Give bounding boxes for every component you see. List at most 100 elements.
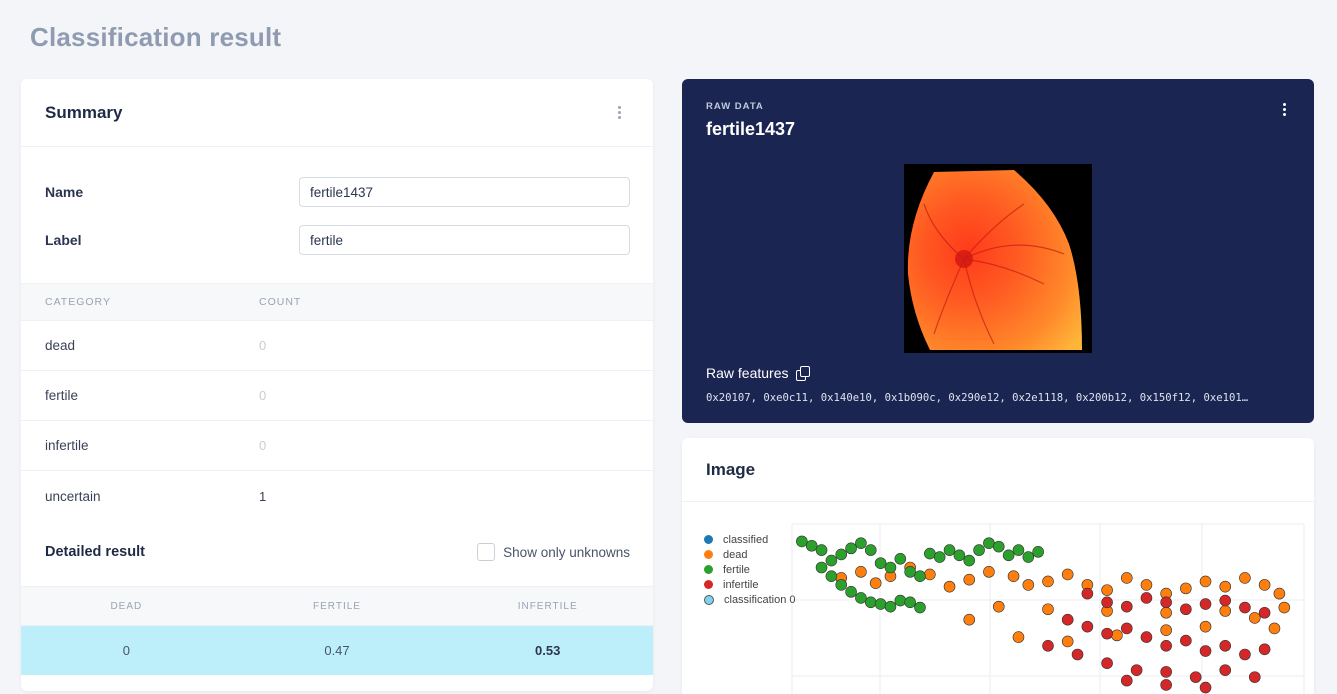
scatter-point-dead[interactable] [963,573,976,586]
scatter-point-dead[interactable] [1239,572,1251,584]
scatter-point-infertile[interactable] [1120,600,1133,613]
name-input[interactable] [299,177,630,207]
label-input[interactable] [299,225,630,255]
scatter-point-dead[interactable] [1140,579,1153,591]
scatter-point-fertile[interactable] [864,596,877,609]
scatter-point-infertile[interactable] [1071,648,1084,661]
scatter-point-fertile[interactable] [943,544,956,556]
scatter-point-fertile[interactable] [825,554,838,567]
scatter-point-infertile[interactable] [1160,596,1172,609]
scatter-point-infertile[interactable] [1180,603,1192,616]
scatter-point-fertile[interactable] [973,544,985,556]
scatter-point-fertile[interactable] [845,586,857,598]
scatter-plot[interactable]: classified dead fertile infertile classi… [682,502,1314,694]
scatter-point-dead[interactable] [1111,629,1123,642]
scatter-point-fertile[interactable] [815,544,828,556]
scatter-point-fertile[interactable] [855,592,867,604]
scatter-point-fertile[interactable] [835,579,848,591]
scatter-point-fertile[interactable] [904,566,916,578]
scatter-point-fertile[interactable] [1002,549,1015,562]
scatter-point-dead[interactable] [992,600,1005,613]
scatter-point-dead[interactable] [1273,587,1286,600]
scatter-point-fertile[interactable] [894,594,907,607]
scatter-point-dead[interactable] [1268,622,1281,635]
scatter-point-infertile[interactable] [1219,664,1232,676]
scatter-point-dead[interactable] [1061,568,1074,581]
scatter-point-dead[interactable] [943,580,956,593]
scatter-point-infertile[interactable] [1258,643,1271,656]
scatter-point-fertile[interactable] [953,549,966,562]
copy-icon[interactable] [796,366,811,381]
scatter-point-infertile[interactable] [1101,627,1113,640]
scatter-point-dead[interactable] [1120,572,1133,584]
scatter-point-fertile[interactable] [805,539,818,552]
scatter-point-dead[interactable] [1219,580,1232,593]
scatter-point-infertile[interactable] [1120,674,1133,687]
show-unknowns-toggle[interactable]: Show only unknowns [477,543,630,561]
scatter-point-dead[interactable] [1258,579,1271,591]
scatter-point-dead[interactable] [983,566,995,578]
scatter-point-infertile[interactable] [1120,622,1133,635]
scatter-point-fertile[interactable] [914,601,926,614]
scatter-point-infertile[interactable] [1081,587,1094,600]
scatter-point-dead[interactable] [1199,575,1212,588]
scatter-point-fertile[interactable] [992,540,1005,553]
scatter-point-dead[interactable] [1219,605,1232,617]
scatter-point-infertile[interactable] [1140,592,1153,604]
scatter-point-infertile[interactable] [1239,601,1251,614]
legend-item[interactable]: fertile [704,562,796,577]
scatter-point-infertile[interactable] [1219,640,1232,652]
scatter-point-fertile[interactable] [924,547,936,560]
scatter-point-infertile[interactable] [1199,681,1212,694]
scatter-point-fertile[interactable] [884,600,897,613]
scatter-point-dead[interactable] [1012,631,1025,643]
scatter-point-fertile[interactable] [894,552,907,565]
scatter-point-infertile[interactable] [1101,596,1113,609]
scatter-point-dead[interactable] [855,566,867,578]
scatter-point-fertile[interactable] [914,570,926,582]
scatter-point-dead[interactable] [1180,582,1192,595]
summary-menu-icon[interactable] [609,103,629,123]
scatter-point-infertile[interactable] [1258,606,1271,619]
table-row[interactable]: 0 0.47 0.53 [21,626,653,675]
scatter-point-fertile[interactable] [874,598,887,610]
scatter-point-dead[interactable] [1061,635,1074,648]
scatter-point-dead[interactable] [1160,624,1172,636]
show-unknowns-checkbox[interactable] [477,543,496,561]
scatter-point-infertile[interactable] [1248,671,1261,683]
scatter-point-dead[interactable] [1248,612,1261,624]
scatter-point-fertile[interactable] [825,570,838,582]
scatter-point-infertile[interactable] [1081,620,1094,633]
scatter-point-infertile[interactable] [1189,671,1202,683]
scatter-point-fertile[interactable] [933,551,946,563]
scatter-point-dead[interactable] [1101,584,1113,596]
scatter-point-fertile[interactable] [904,596,916,609]
scatter-point-infertile[interactable] [1199,645,1212,657]
scatter-point-dead[interactable] [1007,570,1020,582]
scatter-point-dead[interactable] [1160,606,1172,619]
scatter-point-infertile[interactable] [1042,640,1054,652]
scatter-point-dead[interactable] [963,613,976,626]
legend-item[interactable]: classified [704,532,796,547]
scatter-point-fertile[interactable] [884,561,897,574]
scatter-point-infertile[interactable] [1061,613,1074,626]
scatter-point-infertile[interactable] [1160,640,1172,652]
scatter-point-dead[interactable] [1199,620,1212,633]
scatter-point-fertile[interactable] [835,548,848,561]
scatter-point-infertile[interactable] [1140,631,1153,643]
scatter-point-fertile[interactable] [815,561,828,574]
scatter-point-infertile[interactable] [1180,634,1192,647]
scatter-point-fertile[interactable] [1022,551,1035,563]
legend-item[interactable]: infertile [704,577,796,592]
scatter-point-dead[interactable] [1042,575,1054,588]
scatter-point-infertile[interactable] [1160,679,1172,691]
scatter-point-fertile[interactable] [845,542,857,555]
scatter-point-dead[interactable] [869,577,882,589]
scatter-point-dead[interactable] [1278,601,1291,614]
scatter-point-fertile[interactable] [864,544,877,556]
scatter-point-fertile[interactable] [796,535,808,548]
scatter-point-fertile[interactable] [855,537,867,549]
scatter-point-infertile[interactable] [1130,664,1143,676]
scatter-point-fertile[interactable] [874,557,887,569]
scatter-point-fertile[interactable] [1012,544,1025,556]
